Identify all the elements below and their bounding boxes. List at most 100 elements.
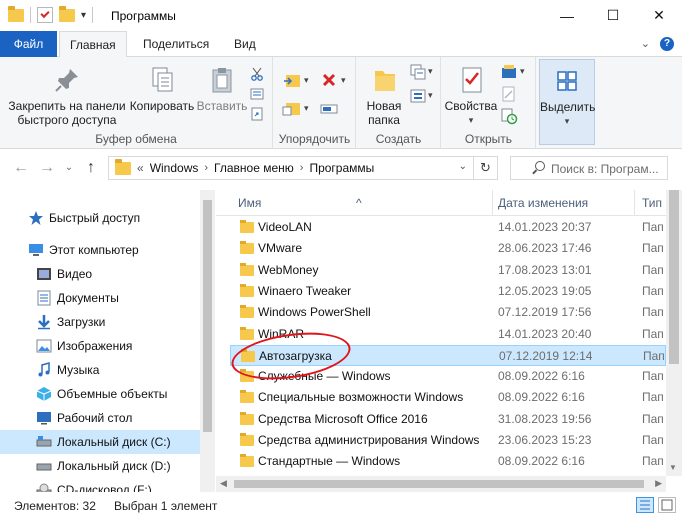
column-header-type[interactable]: Тип	[642, 196, 662, 210]
file-row[interactable]: VMware 28.06.2023 17:46 Пап	[230, 238, 666, 259]
large-icons-view-button[interactable]	[658, 497, 676, 513]
copy-path-icon[interactable]	[250, 87, 264, 101]
nav-item-video[interactable]: Видео	[0, 262, 200, 286]
pin-label: Закрепить на панели быстрого доступа	[8, 99, 126, 127]
close-button[interactable]: ✕	[636, 0, 682, 31]
new-folder-icon[interactable]	[59, 5, 75, 22]
file-row[interactable]: Средства администрирования Windows 23.06.…	[230, 430, 666, 451]
history-icon[interactable]	[500, 107, 518, 125]
file-row[interactable]: Стандартные — Windows 08.09.2022 6:16 Пап	[230, 451, 666, 472]
nav-item-desktop[interactable]: Рабочий стол	[0, 406, 200, 430]
delete-icon[interactable]	[320, 71, 340, 91]
maximize-button[interactable]: ☐	[590, 0, 636, 31]
properties-button[interactable]: Свойства ▾	[444, 65, 498, 127]
rename-icon[interactable]	[320, 99, 340, 119]
back-button[interactable]: ←	[12, 159, 30, 177]
copy-to-icon[interactable]	[282, 99, 304, 119]
nav-item-drive-d[interactable]: Локальный диск (D:)	[0, 454, 200, 478]
nav-item-3d-objects[interactable]: Объемные объекты	[0, 382, 200, 406]
details-view-button[interactable]	[636, 497, 654, 513]
cut-icon[interactable]	[250, 67, 264, 81]
open-dropdown-icon[interactable]: ▾	[520, 66, 525, 77]
breadcrumb-overflow[interactable]: «	[137, 161, 144, 175]
easy-access-dropdown-icon[interactable]: ▾	[428, 90, 433, 101]
nav-item-downloads[interactable]: Загрузки	[0, 310, 200, 334]
pin-button[interactable]: Закрепить на панели быстрого доступа	[6, 65, 128, 127]
nav-item-music[interactable]: Музыка	[0, 358, 200, 382]
scroll-down-icon[interactable]: ▼	[669, 463, 677, 472]
file-row[interactable]: Winaero Tweaker 12.05.2023 19:05 Пап	[230, 281, 666, 302]
nav-item-drive-c[interactable]: Локальный диск (C:)	[0, 430, 200, 454]
address-field[interactable]: « Windows › Главное меню › Программы ⌄ ↻	[108, 156, 498, 180]
address-dropdown-icon[interactable]: ⌄	[459, 161, 467, 172]
move-to-dropdown-icon[interactable]: ▾	[304, 75, 309, 86]
easy-access-icon[interactable]	[409, 87, 427, 105]
folder-icon	[240, 390, 254, 404]
column-header-name[interactable]: Имя	[238, 196, 261, 210]
select-button[interactable]: Выделить ▾	[539, 59, 595, 145]
qat-dropdown-icon[interactable]: ▾	[81, 10, 86, 21]
navigation-pane: Быстрый доступ Этот компьютер Видео Доку…	[0, 190, 215, 492]
column-header-date[interactable]: Дата изменения	[498, 196, 588, 210]
tab-view[interactable]: Вид	[224, 31, 266, 57]
column-divider[interactable]	[634, 190, 635, 216]
tab-share[interactable]: Поделиться	[133, 31, 219, 57]
file-row[interactable]: Средства Microsoft Office 2016 31.08.2023…	[230, 409, 666, 430]
scroll-left-icon[interactable]: ◀	[220, 478, 227, 489]
quick-access-toolbar: ▾	[8, 5, 94, 23]
tab-file[interactable]: Файл	[0, 31, 57, 57]
breadcrumb-windows[interactable]: Windows	[150, 161, 199, 175]
collapse-ribbon-icon[interactable]: ⌄	[641, 37, 650, 51]
up-button[interactable]: ↑	[82, 159, 100, 177]
nav-item-documents[interactable]: Документы	[0, 286, 200, 310]
chevron-right-icon[interactable]: ›	[300, 162, 304, 174]
tab-home[interactable]: Главная	[59, 31, 127, 58]
scroll-right-icon[interactable]: ▶	[655, 478, 662, 489]
nav-item-this-pc[interactable]: Этот компьютер	[0, 238, 200, 262]
breadcrumb-programs[interactable]: Программы	[309, 161, 374, 175]
folder-icon	[240, 454, 254, 468]
refresh-button[interactable]: ↻	[473, 157, 497, 179]
open-icon[interactable]	[500, 63, 518, 81]
paste-shortcut-icon[interactable]	[250, 107, 264, 121]
file-name: Специальные возможности Windows	[258, 390, 464, 405]
help-icon[interactable]: ?	[660, 37, 674, 51]
properties-icon[interactable]	[37, 7, 53, 23]
divider	[92, 7, 94, 23]
new-item-dropdown-icon[interactable]: ▾	[428, 66, 433, 77]
edit-icon[interactable]	[500, 85, 518, 103]
nav-item-cd-drive[interactable]: CD-дисковод (F:)	[0, 478, 200, 492]
file-list-vertical-scrollbar[interactable]: ▼	[666, 190, 682, 476]
nav-scrollbar[interactable]	[200, 190, 215, 492]
nav-scrollbar-thumb[interactable]	[203, 200, 212, 432]
new-item-icon[interactable]	[409, 63, 427, 81]
breadcrumb-start-menu[interactable]: Главное меню	[214, 161, 294, 175]
recent-locations-icon[interactable]: ⌄	[60, 159, 78, 177]
new-folder-button[interactable]: Новая папка	[359, 65, 409, 127]
move-to-icon[interactable]	[282, 71, 304, 91]
file-row[interactable]: WebMoney 17.08.2023 13:01 Пап	[230, 260, 666, 281]
file-row[interactable]: Специальные возможности Windows 08.09.202…	[230, 387, 666, 408]
paste-button[interactable]: Вставить	[196, 65, 248, 113]
horizontal-scrollbar-thumb[interactable]	[234, 480, 644, 488]
properties-dropdown-icon[interactable]: ▾	[444, 113, 498, 127]
nav-item-label: Изображения	[57, 339, 133, 353]
vertical-scrollbar-thumb[interactable]	[669, 190, 679, 364]
chevron-right-icon[interactable]: ›	[204, 162, 208, 174]
column-divider[interactable]	[492, 190, 493, 216]
search-input[interactable]: Поиск в: Програм...	[510, 156, 668, 180]
nav-item-pictures[interactable]: Изображения	[0, 334, 200, 358]
desktop-icon	[36, 410, 52, 426]
forward-button[interactable]: →	[38, 159, 56, 177]
copy-button[interactable]: Копировать	[126, 65, 198, 113]
nav-item-quick-access[interactable]: Быстрый доступ	[0, 206, 200, 230]
copy-to-dropdown-icon[interactable]: ▾	[304, 103, 309, 114]
file-list-horizontal-scrollbar[interactable]: ◀ ▶	[216, 476, 666, 492]
minimize-button[interactable]: —	[544, 0, 590, 31]
title-bar: ▾ Программы — ☐ ✕	[0, 0, 682, 31]
search-placeholder: Поиск в: Програм...	[551, 162, 659, 176]
file-row[interactable]: Windows PowerShell 07.12.2019 17:56 Пап	[230, 302, 666, 323]
select-group: Выделить ▾	[537, 57, 597, 149]
file-row[interactable]: VideoLAN 14.01.2023 20:37 Пап	[230, 217, 666, 238]
delete-dropdown-icon[interactable]: ▾	[341, 75, 346, 86]
